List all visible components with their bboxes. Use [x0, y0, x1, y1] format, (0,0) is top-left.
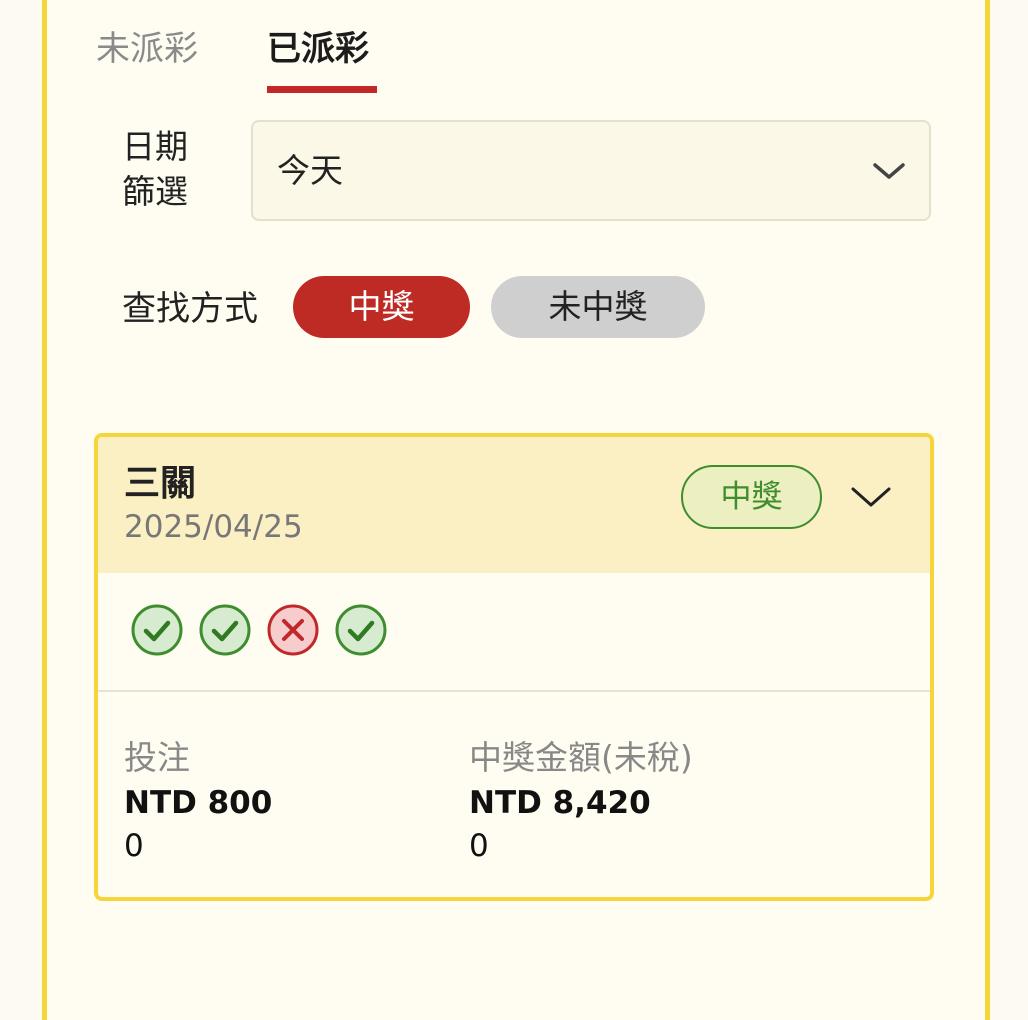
card-divider	[98, 690, 930, 692]
stake-amount: NTD 800	[124, 785, 273, 821]
date-filter-label: 日期 篩選	[122, 124, 212, 214]
date-filter-label-line2: 篩選	[122, 172, 188, 211]
bet-type: 三關	[124, 463, 197, 504]
date-filter-value: 今天	[277, 151, 343, 190]
filter-win-button[interactable]: 中獎	[293, 276, 470, 338]
tab-settled[interactable]: 已派彩	[267, 26, 369, 72]
status-badge: 中獎	[681, 465, 822, 529]
payout-label: 中獎金額(未稅)	[469, 738, 693, 777]
check-circle-icon	[131, 604, 183, 656]
payout-amount: NTD 8,420	[469, 785, 651, 821]
payout-extra: 0	[469, 828, 489, 864]
stake-extra: 0	[124, 828, 144, 864]
tab-unsettled[interactable]: 未派彩	[96, 26, 198, 72]
chevron-down-icon	[873, 163, 905, 179]
stake-column: 投注 NTD 800 0	[124, 737, 272, 867]
date-filter-select[interactable]: 今天	[251, 120, 931, 221]
active-tab-indicator	[267, 86, 377, 93]
bet-date: 2025/04/25	[124, 509, 303, 545]
check-circle-icon	[335, 604, 387, 656]
bet-card[interactable]: 三關 2025/04/25 中獎 投注 NTD 800 0 中獎金額(未稅) N…	[94, 433, 934, 901]
stake-label: 投注	[124, 738, 190, 777]
cross-circle-icon	[267, 604, 319, 656]
bet-card-header[interactable]: 三關 2025/04/25 中獎	[98, 437, 930, 573]
filter-lose-button[interactable]: 未中獎	[491, 276, 705, 338]
payout-column: 中獎金額(未稅) NTD 8,420 0	[469, 737, 693, 867]
date-filter-label-line1: 日期	[122, 127, 188, 166]
find-mode-label: 查找方式	[122, 289, 258, 329]
check-circle-icon	[199, 604, 251, 656]
chevron-down-icon[interactable]	[850, 483, 892, 511]
